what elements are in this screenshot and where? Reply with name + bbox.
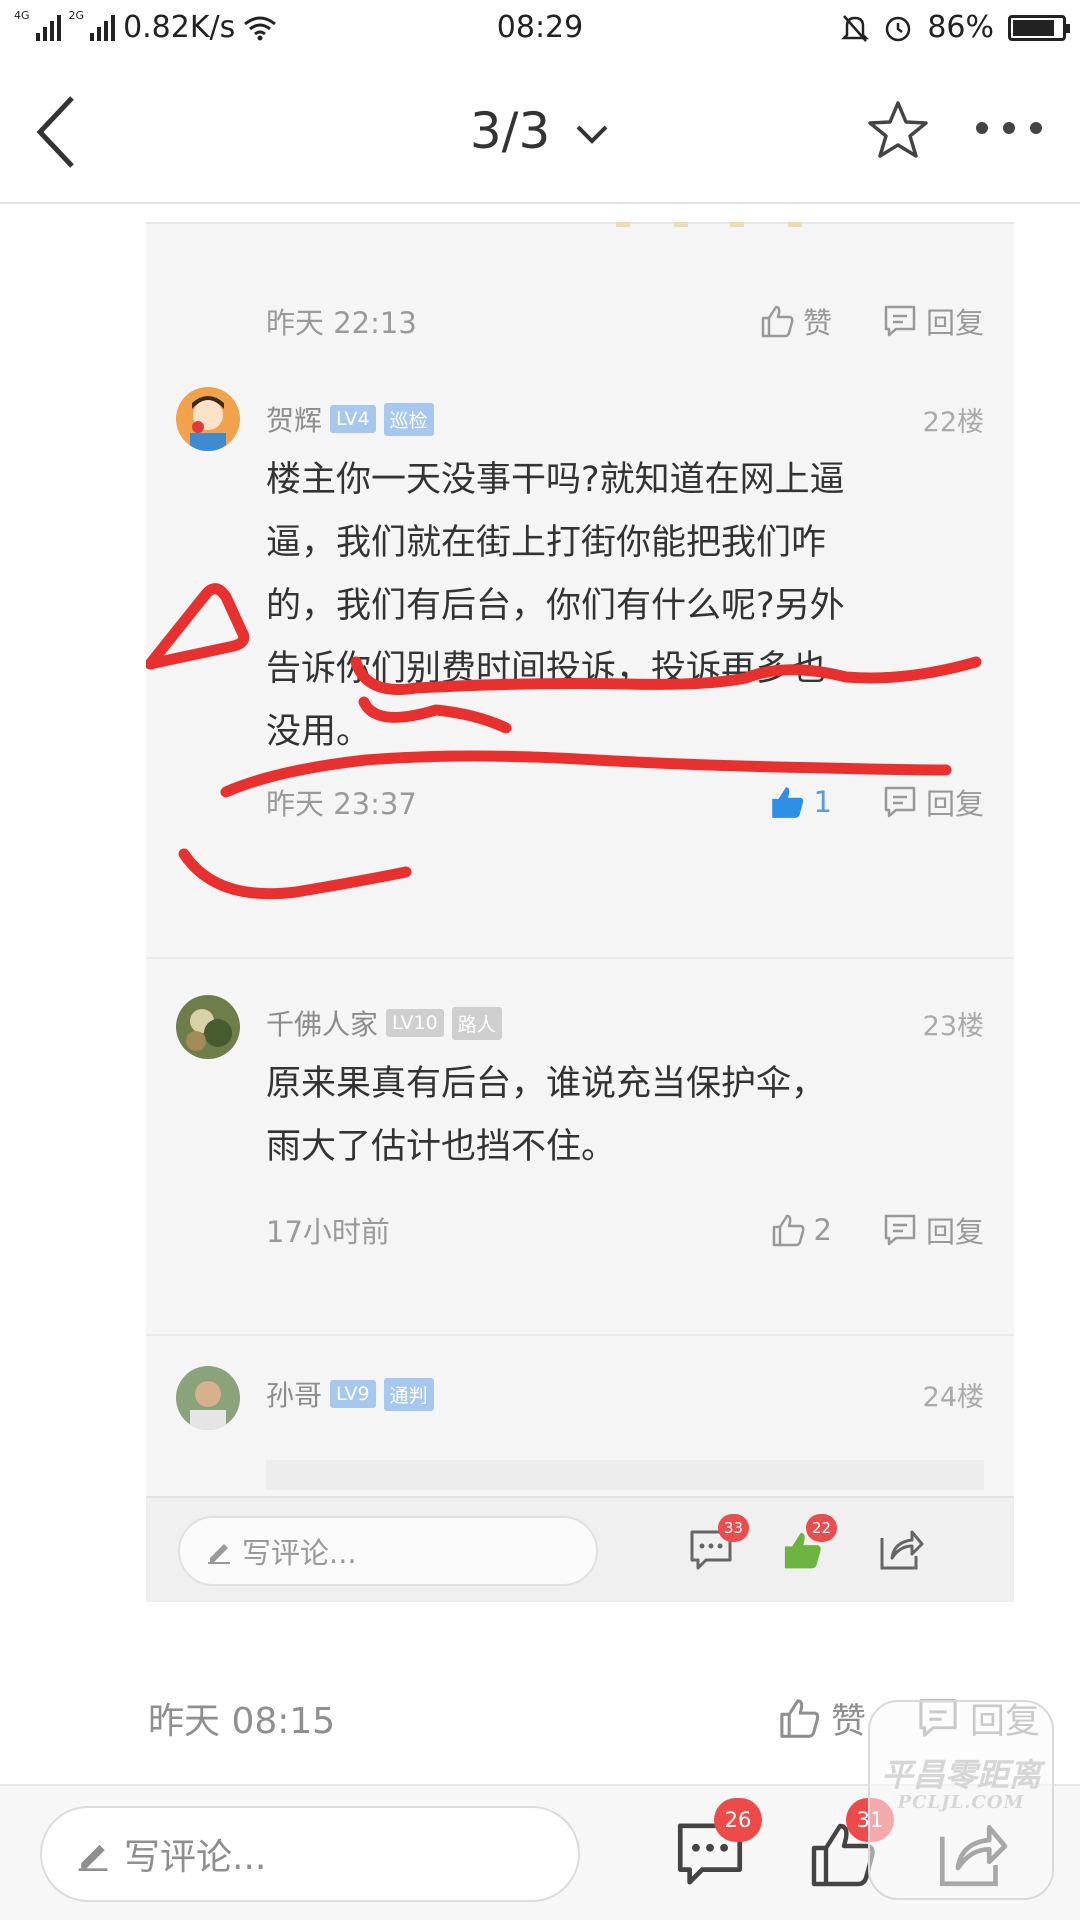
star-icon[interactable] [866, 98, 930, 162]
chevron-down-icon [576, 125, 608, 144]
comment-placeholder: 写评论... [124, 1837, 267, 1878]
red-annotation-scribble [146, 583, 982, 900]
more-icon[interactable] [972, 118, 1046, 138]
battery-icon [1008, 14, 1070, 41]
top-nav: 3/3 [0, 62, 1080, 204]
watermark-title: 平昌零距离 [880, 1756, 1041, 1794]
watermark-domain: PCLJL.COM [897, 1792, 1025, 1813]
site-watermark: 平昌零距离 PCLJL.COM [868, 1700, 1054, 1900]
like-button[interactable]: 赞 [777, 1693, 866, 1744]
status-bar: 4G 2G 0.82K/s 08:29 86% [0, 0, 1080, 56]
thumbs-up-icon [780, 1699, 820, 1738]
comment-input[interactable]: 写评论... [40, 1806, 580, 1902]
battery-percent: 86% [927, 10, 994, 45]
comment-count-badge: 26 [714, 1798, 762, 1842]
mute-bell-icon [841, 14, 870, 42]
status-right: 86% [841, 10, 1070, 45]
like-label: 赞 [830, 1701, 866, 1742]
post-time: 昨天 08:15 [148, 1701, 336, 1742]
pencil-icon [78, 1844, 108, 1871]
alarm-icon [886, 16, 911, 41]
page-indicator: 3/3 [469, 102, 551, 160]
embedded-screenshot: 昨天 22:13 赞 回复 贺辉 LV4 巡检 22楼 楼主你一天没事干吗?就知… [146, 222, 1014, 1602]
